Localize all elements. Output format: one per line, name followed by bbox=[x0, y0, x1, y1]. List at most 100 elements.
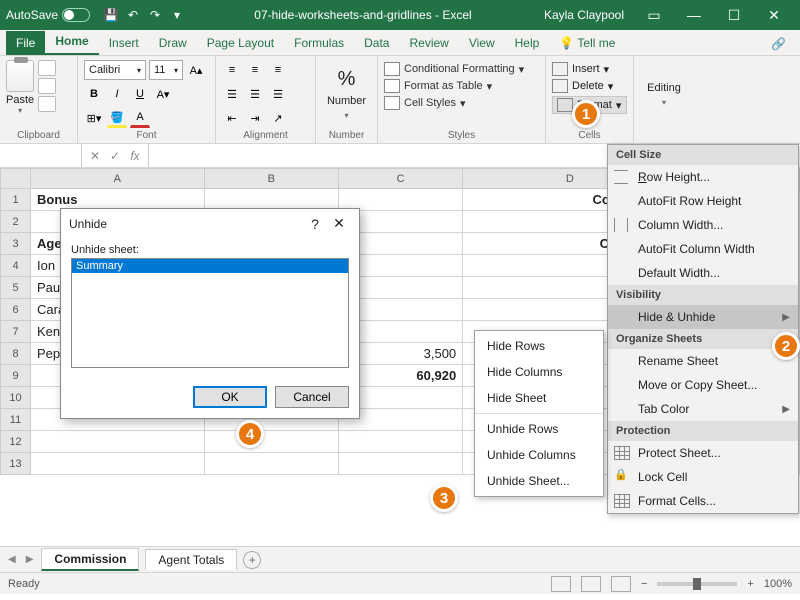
name-box[interactable] bbox=[0, 144, 82, 167]
increase-font-icon[interactable]: A▴ bbox=[186, 60, 206, 80]
paste-button[interactable]: Paste bbox=[6, 94, 34, 106]
font-size-combo[interactable]: 11▾ bbox=[149, 60, 183, 80]
italic-button[interactable]: I bbox=[107, 84, 127, 104]
sheet-nav-next-icon[interactable]: ▶ bbox=[24, 554, 36, 565]
minimize-icon[interactable]: — bbox=[674, 0, 714, 30]
menu-column-width[interactable]: Column Width... bbox=[608, 213, 798, 237]
row-header[interactable]: 5 bbox=[1, 277, 31, 299]
dialog-help-button[interactable]: ? bbox=[303, 216, 327, 232]
delete-cells-button[interactable]: Delete ▾ bbox=[552, 79, 627, 93]
border-button[interactable]: ⊞▾ bbox=[84, 108, 104, 128]
number-button[interactable]: Number bbox=[327, 95, 366, 107]
unhide-sheet-listbox[interactable]: Summary bbox=[71, 258, 349, 368]
menu-move-copy[interactable]: Move or Copy Sheet... bbox=[608, 373, 798, 397]
sheet-tab-commission[interactable]: Commission bbox=[41, 548, 139, 571]
menu-autofit-column[interactable]: AutoFit Column Width bbox=[608, 237, 798, 261]
number-format-icon[interactable]: % bbox=[338, 68, 356, 91]
row-header[interactable]: 12 bbox=[1, 431, 31, 453]
orientation-icon[interactable]: ↗ bbox=[268, 108, 288, 128]
row-header[interactable]: 1 bbox=[1, 189, 31, 211]
cell[interactable] bbox=[338, 453, 462, 475]
zoom-out-button[interactable]: − bbox=[641, 578, 647, 590]
page-break-view-icon[interactable] bbox=[611, 576, 631, 592]
cut-icon[interactable] bbox=[38, 60, 56, 76]
col-header[interactable]: C bbox=[338, 169, 462, 189]
menu-rename-sheet[interactable]: Rename Sheet bbox=[608, 349, 798, 373]
tab-review[interactable]: Review bbox=[399, 31, 458, 55]
enter-formula-icon[interactable]: ✓ bbox=[106, 149, 124, 163]
cancel-formula-icon[interactable]: ✕ bbox=[86, 149, 104, 163]
menu-row-height[interactable]: Row Height... bbox=[608, 165, 798, 189]
col-header[interactable]: B bbox=[204, 169, 338, 189]
menu-unhide-rows[interactable]: Unhide Rows bbox=[475, 416, 603, 442]
menu-unhide-sheet[interactable]: Unhide Sheet... bbox=[475, 468, 603, 494]
row-header[interactable]: 8 bbox=[1, 343, 31, 365]
row-header[interactable]: 11 bbox=[1, 409, 31, 431]
tab-draw[interactable]: Draw bbox=[149, 31, 197, 55]
conditional-formatting-button[interactable]: Conditional Formatting ▾ bbox=[384, 62, 539, 76]
cell[interactable] bbox=[204, 453, 338, 475]
cell[interactable] bbox=[338, 431, 462, 453]
menu-default-width[interactable]: Default Width... bbox=[608, 261, 798, 285]
tab-formulas[interactable]: Formulas bbox=[284, 31, 354, 55]
zoom-level[interactable]: 100% bbox=[764, 578, 792, 590]
menu-unhide-columns[interactable]: Unhide Columns bbox=[475, 442, 603, 468]
align-middle-icon[interactable]: ≡ bbox=[245, 60, 265, 80]
zoom-slider[interactable] bbox=[657, 582, 737, 586]
close-icon[interactable]: ✕ bbox=[754, 0, 794, 30]
format-as-table-button[interactable]: Format as Table ▾ bbox=[384, 79, 539, 93]
menu-protect-sheet[interactable]: Protect Sheet... bbox=[608, 441, 798, 465]
row-header[interactable]: 10 bbox=[1, 387, 31, 409]
col-header[interactable]: A bbox=[31, 169, 205, 189]
zoom-in-button[interactable]: + bbox=[747, 578, 753, 590]
row-header[interactable]: 3 bbox=[1, 233, 31, 255]
format-painter-icon[interactable] bbox=[38, 96, 56, 112]
menu-hide-columns[interactable]: Hide Columns bbox=[475, 359, 603, 385]
copy-icon[interactable] bbox=[38, 78, 56, 94]
menu-tab-color[interactable]: Tab Color▶ bbox=[608, 397, 798, 421]
tab-file[interactable]: File bbox=[6, 31, 45, 55]
redo-icon[interactable]: ↷ bbox=[148, 8, 162, 22]
sheet-tab-agent-totals[interactable]: Agent Totals bbox=[145, 549, 237, 570]
list-item[interactable]: Summary bbox=[72, 259, 348, 273]
menu-format-cells[interactable]: Format Cells... bbox=[608, 489, 798, 513]
cell[interactable] bbox=[31, 453, 205, 475]
tab-page-layout[interactable]: Page Layout bbox=[197, 31, 284, 55]
insert-cells-button[interactable]: Insert ▾ bbox=[552, 62, 627, 76]
menu-hide-rows[interactable]: Hide Rows bbox=[475, 333, 603, 359]
font-name-combo[interactable]: Calibri▾ bbox=[84, 60, 146, 80]
increase-indent-icon[interactable]: ⇥ bbox=[245, 108, 265, 128]
cell[interactable] bbox=[31, 431, 205, 453]
tab-home[interactable]: Home bbox=[45, 29, 98, 55]
row-header[interactable]: 4 bbox=[1, 255, 31, 277]
menu-autofit-row[interactable]: AutoFit Row Height bbox=[608, 189, 798, 213]
autosave-toggle[interactable]: AutoSave bbox=[6, 8, 90, 22]
align-center-icon[interactable]: ☰ bbox=[245, 84, 265, 104]
save-icon[interactable]: 💾 bbox=[104, 8, 118, 22]
normal-view-icon[interactable] bbox=[551, 576, 571, 592]
qat-dropdown-icon[interactable]: ▾ bbox=[170, 8, 184, 22]
row-header[interactable]: 7 bbox=[1, 321, 31, 343]
ok-button[interactable]: OK bbox=[193, 386, 267, 408]
fill-color-button[interactable]: 🪣 bbox=[107, 108, 127, 128]
tell-me[interactable]: 💡 Tell me bbox=[549, 31, 625, 55]
fx-icon[interactable]: fx bbox=[126, 149, 144, 163]
row-header[interactable]: 13 bbox=[1, 453, 31, 475]
decrease-indent-icon[interactable]: ⇤ bbox=[222, 108, 242, 128]
underline-button[interactable]: U bbox=[130, 84, 150, 104]
toggle-icon[interactable] bbox=[62, 8, 90, 22]
menu-hide-unhide[interactable]: Hide & Unhide▶ bbox=[608, 305, 798, 329]
tab-insert[interactable]: Insert bbox=[99, 31, 149, 55]
editing-button[interactable]: Editing bbox=[647, 82, 681, 94]
align-right-icon[interactable]: ☰ bbox=[268, 84, 288, 104]
dialog-close-button[interactable]: ✕ bbox=[327, 215, 351, 232]
menu-hide-sheet[interactable]: Hide Sheet bbox=[475, 385, 603, 411]
cell-styles-button[interactable]: Cell Styles ▾ bbox=[384, 96, 539, 110]
tab-view[interactable]: View bbox=[459, 31, 505, 55]
cancel-button[interactable]: Cancel bbox=[275, 386, 349, 408]
menu-lock-cell[interactable]: Lock Cell bbox=[608, 465, 798, 489]
decrease-font-icon[interactable]: A▾ bbox=[153, 84, 173, 104]
row-header[interactable]: 9 bbox=[1, 365, 31, 387]
new-sheet-button[interactable]: + bbox=[243, 551, 261, 569]
bold-button[interactable]: B bbox=[84, 84, 104, 104]
